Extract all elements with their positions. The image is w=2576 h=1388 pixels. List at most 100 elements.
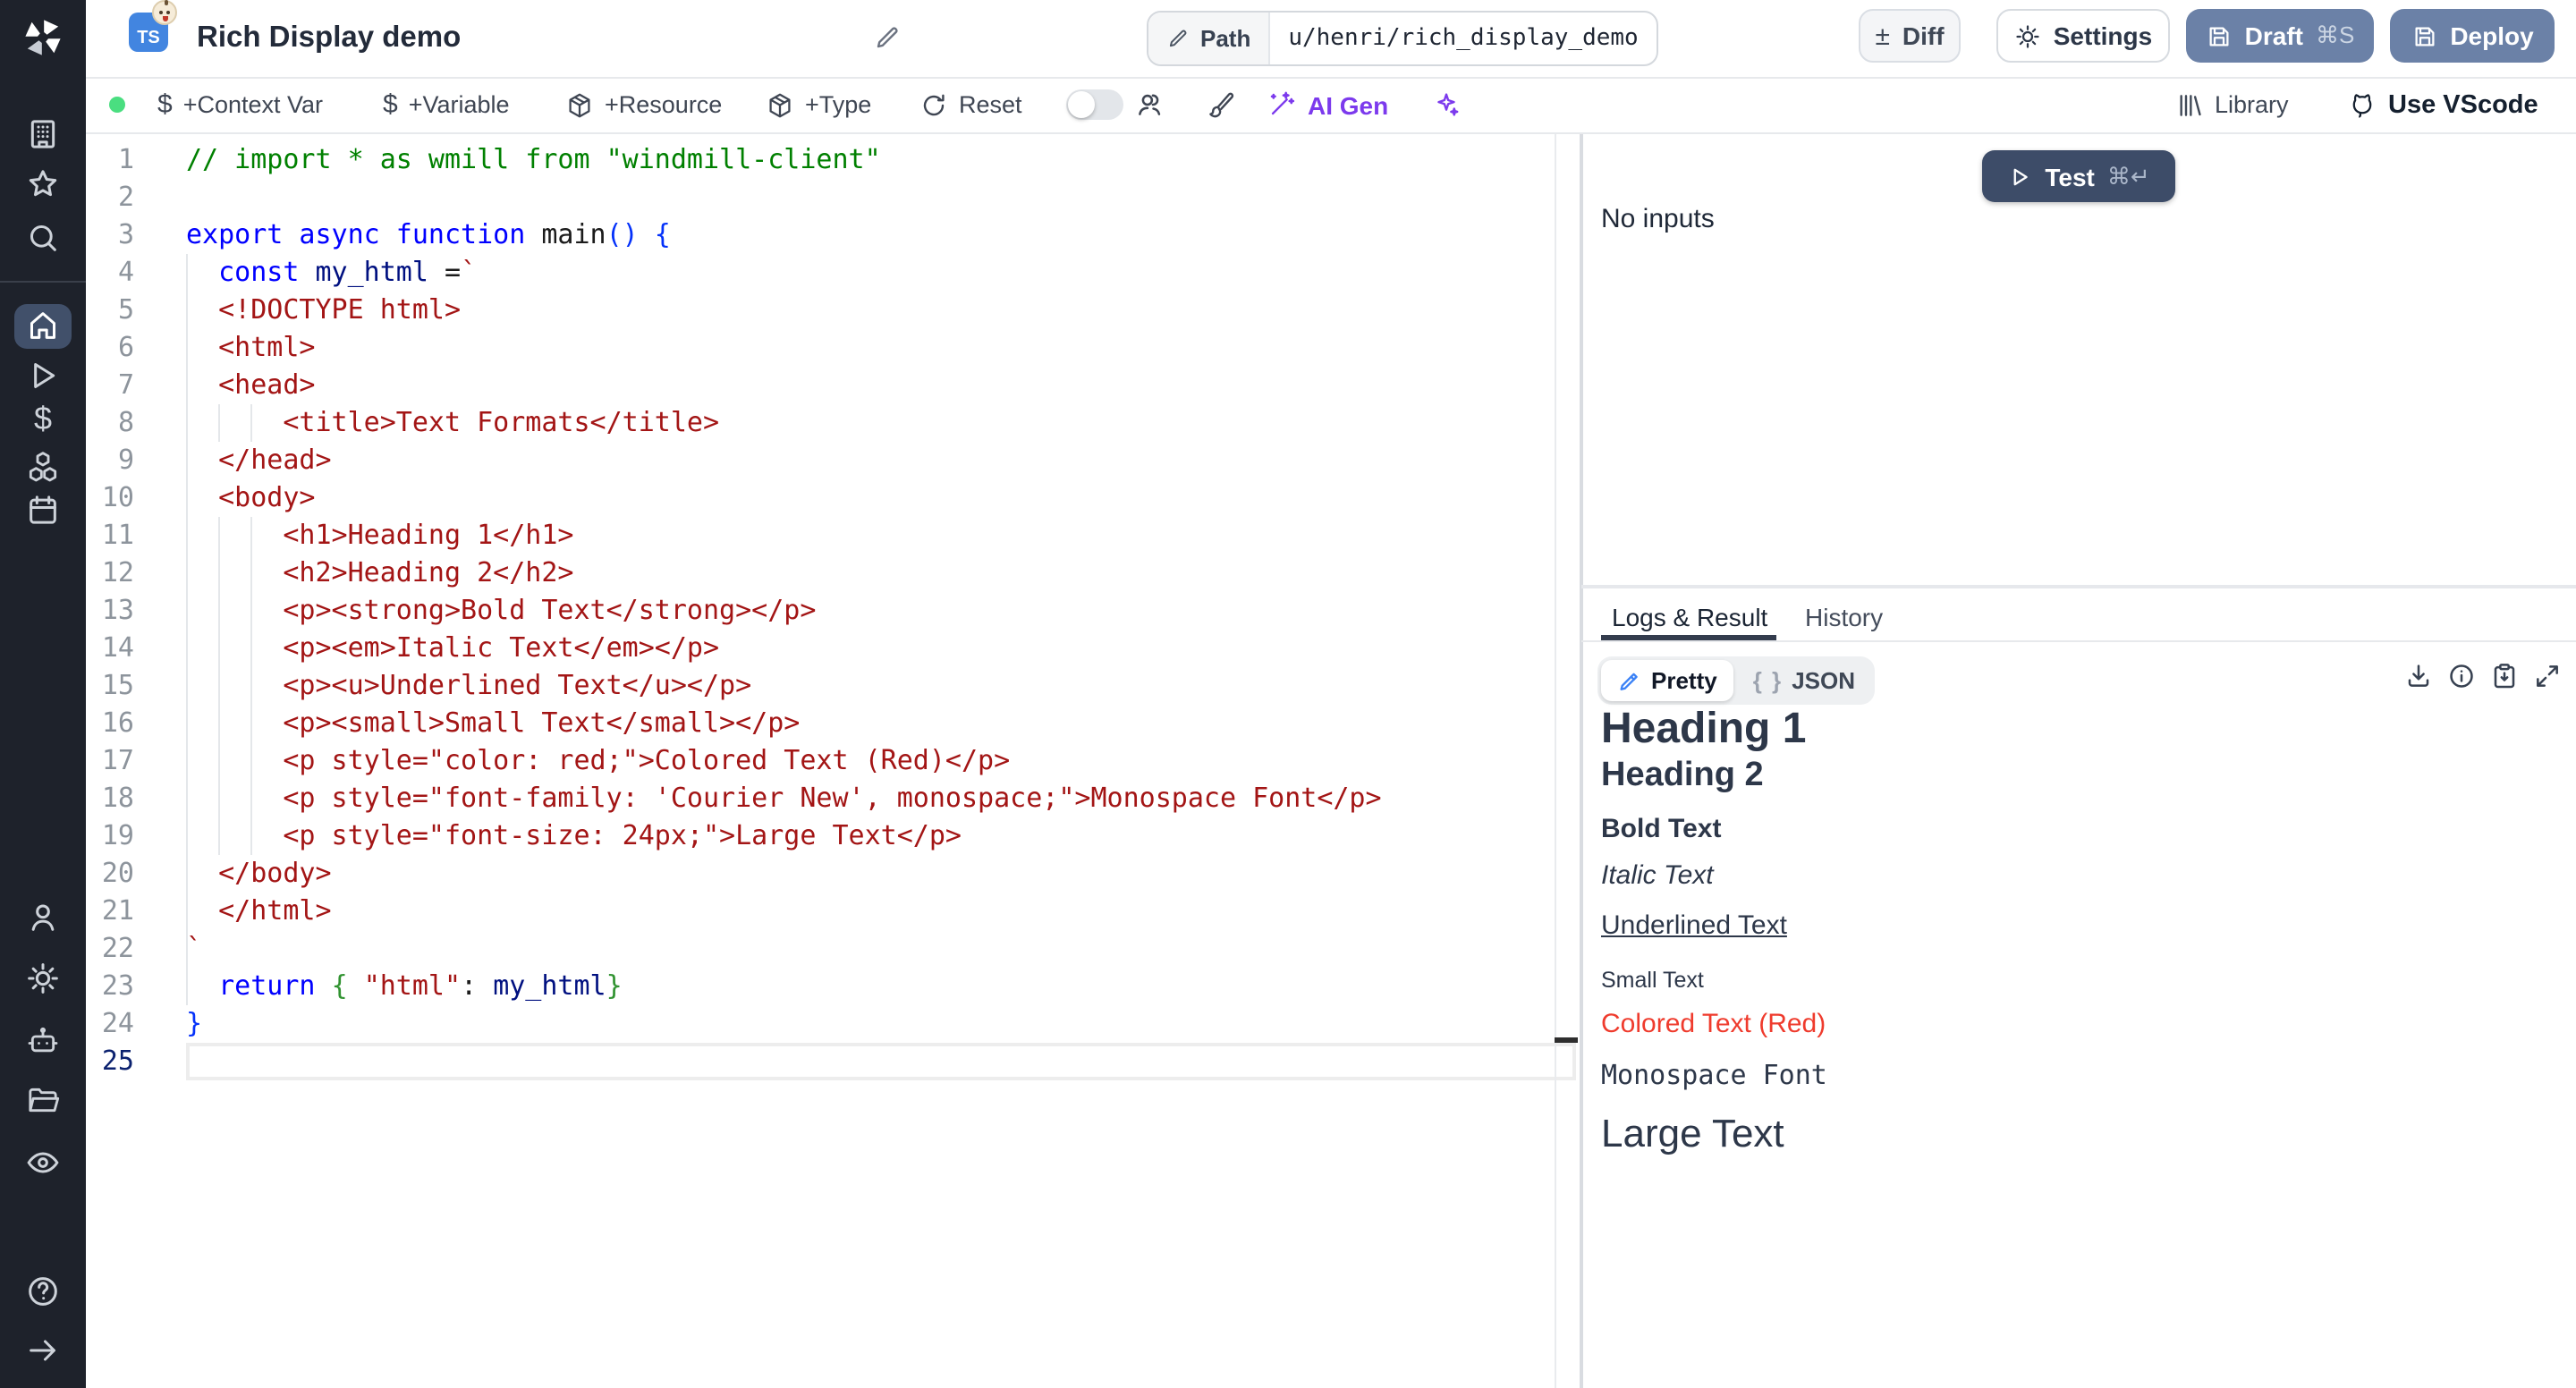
result-line-red: Colored Text (Red): [1601, 1009, 1826, 1039]
variables-dollar-icon[interactable]: $: [25, 401, 61, 436]
library-button[interactable]: Library: [2175, 77, 2289, 132]
diff-button[interactable]: ± Diff: [1859, 9, 1961, 63]
code-line[interactable]: 6 <html>: [86, 329, 1555, 367]
line-number: 6: [86, 329, 134, 367]
result-view-toggle: Pretty { } JSON: [1597, 656, 1875, 705]
reset-button[interactable]: Reset: [919, 77, 1022, 132]
code-line[interactable]: 7 <head>: [86, 367, 1555, 404]
windmill-logo-icon[interactable]: [21, 16, 64, 59]
code-line[interactable]: 25: [86, 1043, 1555, 1080]
tab-logs-result[interactable]: Logs & Result: [1612, 592, 1767, 640]
code-line[interactable]: 18 <p style="font-family: 'Courier New',…: [86, 780, 1555, 817]
pretty-view-button[interactable]: Pretty: [1601, 660, 1733, 701]
resources-boxes-icon[interactable]: [25, 449, 61, 485]
code-line[interactable]: 11 <h1>Heading 1</h1>: [86, 517, 1555, 554]
line-number: 11: [86, 517, 134, 554]
code-line[interactable]: 5 <!DOCTYPE html>: [86, 292, 1555, 329]
code-line[interactable]: 4 const my_html =`: [86, 254, 1555, 292]
code-line[interactable]: 10 <body>: [86, 479, 1555, 517]
home-icon[interactable]: [25, 308, 61, 343]
code-line[interactable]: 15 <p><u>Underlined Text</u></p>: [86, 667, 1555, 705]
line-number: 14: [86, 630, 134, 667]
line-number: 9: [86, 442, 134, 479]
runs-play-icon[interactable]: [25, 358, 61, 394]
code-line[interactable]: 22`: [86, 930, 1555, 968]
sparkles-button[interactable]: [1431, 77, 1462, 132]
code-line[interactable]: 13 <p><strong>Bold Text</strong></p>: [86, 592, 1555, 630]
folder-open-icon[interactable]: [25, 1082, 61, 1118]
ai-gen-button[interactable]: AI Gen: [1267, 77, 1388, 132]
code-line[interactable]: 21 </html>: [86, 893, 1555, 930]
draft-button[interactable]: Draft ⌘S: [2186, 9, 2374, 63]
status-dot: [109, 97, 125, 113]
code-text: <h2>Heading 2</h2>: [186, 554, 574, 592]
download-icon[interactable]: [2404, 662, 2433, 690]
settings-button[interactable]: Settings: [1996, 9, 2170, 63]
path-field[interactable]: Path u/henri/rich_display_demo: [1147, 11, 1658, 66]
code-line[interactable]: 19 <p style="font-size: 24px;">Large Tex…: [86, 817, 1555, 855]
dollar-icon: $: [157, 89, 173, 120]
code-text: </head>: [186, 442, 332, 479]
page-title: Rich Display demo: [197, 0, 461, 77]
assistant-toggle[interactable]: [1066, 89, 1123, 120]
expand-icon[interactable]: [2533, 662, 2562, 690]
code-text: return { "html": my_html}: [186, 968, 623, 1005]
user-icon[interactable]: [25, 900, 61, 935]
star-icon[interactable]: [25, 166, 61, 202]
code-line[interactable]: 8 <title>Text Formats</title>: [86, 404, 1555, 442]
eye-icon[interactable]: [25, 1145, 61, 1181]
users-icon: [1134, 89, 1165, 120]
settings-gear-icon[interactable]: [25, 961, 61, 996]
line-number: 21: [86, 893, 134, 930]
code-line[interactable]: 14 <p><em>Italic Text</em></p>: [86, 630, 1555, 667]
building-icon[interactable]: [25, 116, 61, 152]
line-number: 2: [86, 179, 134, 216]
add-type-button[interactable]: +Type: [766, 77, 871, 132]
line-number: 12: [86, 554, 134, 592]
dollar-icon: $: [383, 89, 398, 120]
result-section-divider[interactable]: [1581, 585, 2576, 588]
code-line[interactable]: 12 <h2>Heading 2</h2>: [86, 554, 1555, 592]
highlighter-icon: [1617, 668, 1642, 693]
code-text: <p><strong>Bold Text</strong></p>: [186, 592, 816, 630]
format-paintbrush-button[interactable]: [1206, 77, 1236, 132]
code-text: <h1>Heading 1</h1>: [186, 517, 574, 554]
use-vscode-button[interactable]: Use VScode: [2347, 77, 2538, 132]
add-context-var-button[interactable]: $ +Context Var: [157, 77, 323, 132]
line-number: 18: [86, 780, 134, 817]
info-circle-icon[interactable]: [2447, 662, 2476, 690]
test-button[interactable]: Test ⌘↵: [1982, 150, 2175, 202]
line-number: 5: [86, 292, 134, 329]
users-icon-button[interactable]: [1134, 77, 1165, 132]
code-line[interactable]: 16 <p><small>Small Text</small></p>: [86, 705, 1555, 742]
line-number: 13: [86, 592, 134, 630]
tab-history[interactable]: History: [1805, 592, 1883, 640]
collapse-arrow-right-icon[interactable]: [25, 1333, 61, 1368]
code-line[interactable]: 3export async function main() {: [86, 216, 1555, 254]
edit-summary-pencil-icon[interactable]: [873, 23, 902, 52]
panel-splitter[interactable]: [1580, 134, 1583, 1388]
schedules-calendar-icon[interactable]: [25, 492, 61, 528]
code-line[interactable]: 23 return { "html": my_html}: [86, 968, 1555, 1005]
code-line[interactable]: 1// import * as wmill from "windmill-cli…: [86, 141, 1555, 179]
code-line[interactable]: 9 </head>: [86, 442, 1555, 479]
help-circle-icon[interactable]: [25, 1274, 61, 1309]
code-text: // import * as wmill from "windmill-clie…: [186, 141, 881, 179]
path-value[interactable]: u/henri/rich_display_demo: [1270, 13, 1656, 64]
add-variable-button[interactable]: $ +Variable: [383, 77, 510, 132]
result-line-mono: Monospace Font: [1601, 1059, 1827, 1091]
code-line[interactable]: 20 </body>: [86, 855, 1555, 893]
code-line[interactable]: 2: [86, 179, 1555, 216]
workers-robot-icon[interactable]: [25, 1023, 61, 1059]
line-number: 8: [86, 404, 134, 442]
clipboard-copy-icon[interactable]: [2490, 662, 2519, 690]
deploy-button[interactable]: Deploy: [2390, 9, 2555, 63]
search-icon[interactable]: [25, 220, 61, 256]
code-line[interactable]: 24}: [86, 1005, 1555, 1043]
result-line-underline: Underlined Text: [1601, 910, 1787, 941]
pencil-icon: [1166, 27, 1190, 50]
code-line[interactable]: 17 <p style="color: red;">Colored Text (…: [86, 742, 1555, 780]
json-view-button[interactable]: { } JSON: [1737, 660, 1871, 701]
add-resource-button[interactable]: +Resource: [565, 77, 722, 132]
line-number: 3: [86, 216, 134, 254]
